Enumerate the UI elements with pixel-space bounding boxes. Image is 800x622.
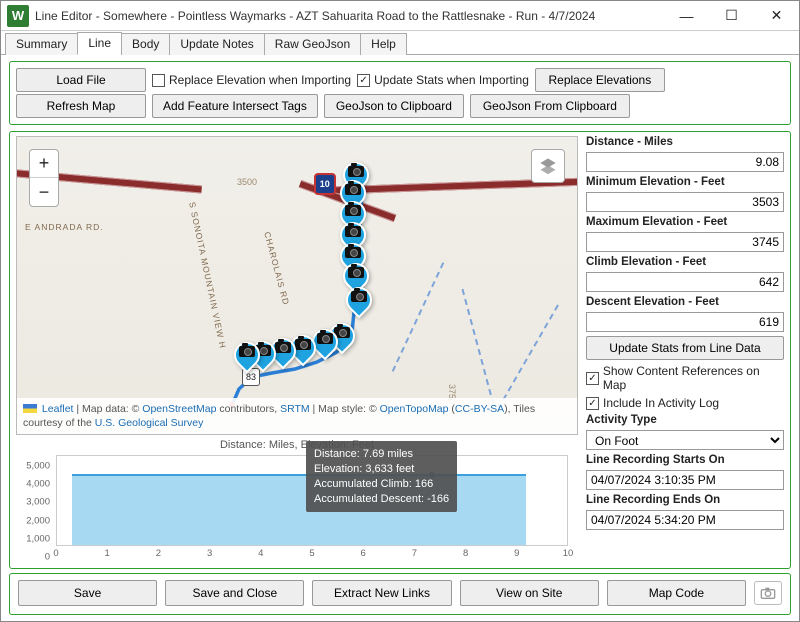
zoom-in-button[interactable]: +	[30, 150, 58, 178]
save-close-button[interactable]: Save and Close	[165, 580, 304, 606]
photo-marker[interactable]	[346, 287, 372, 321]
replace-elevations-button[interactable]: Replace Elevations	[535, 68, 665, 92]
toolbar-frame: Load File Replace Elevation when Importi…	[9, 61, 791, 125]
tab-raw-geojson[interactable]: Raw GeoJson	[264, 33, 361, 55]
interstate-shield: 10	[314, 173, 336, 195]
tab-body[interactable]: Body	[121, 33, 170, 55]
bottom-bar: Save Save and Close Extract New Links Vi…	[9, 573, 791, 615]
minimize-button[interactable]: —	[664, 1, 709, 30]
distance-label: Distance - Miles	[586, 136, 784, 148]
tab-summary[interactable]: Summary	[5, 33, 78, 55]
opentopomap-link[interactable]: OpenTopoMap	[380, 403, 449, 415]
climb-elev-input[interactable]	[586, 272, 784, 292]
max-elev-input[interactable]	[586, 232, 784, 252]
elevation-chart[interactable]: Distance: Miles, Elevation: Feet 01,0002…	[16, 439, 578, 564]
zoom-out-button[interactable]: −	[30, 178, 58, 206]
screenshot-icon[interactable]	[754, 581, 782, 605]
geojson-to-clipboard-button[interactable]: GeoJson to Clipboard	[324, 94, 464, 118]
min-elev-label: Minimum Elevation - Feet	[586, 176, 784, 188]
zoom-control: + −	[29, 149, 59, 207]
refresh-map-button[interactable]: Refresh Map	[16, 94, 146, 118]
tab-update-notes[interactable]: Update Notes	[169, 33, 264, 55]
license-link[interactable]: CC-BY-SA	[455, 403, 504, 415]
starts-on-input[interactable]	[586, 470, 784, 490]
window-title: Line Editor - Somewhere - Pointless Waym…	[35, 9, 664, 23]
layers-button[interactable]	[531, 149, 565, 183]
srtm-link[interactable]: SRTM	[280, 403, 310, 415]
max-elev-label: Maximum Elevation - Feet	[586, 216, 784, 228]
add-feature-tags-button[interactable]: Add Feature Intersect Tags	[152, 94, 318, 118]
app-window: W Line Editor - Somewhere - Pointless Wa…	[0, 0, 800, 622]
starts-on-label: Line Recording Starts On	[586, 454, 784, 466]
include-log-checkbox[interactable]: ✓Include In Activity Log	[586, 396, 784, 410]
extract-links-button[interactable]: Extract New Links	[312, 580, 451, 606]
descent-elev-input[interactable]	[586, 312, 784, 332]
road-label-charolais: CHAROLAIS RD	[262, 231, 291, 307]
update-stats-button[interactable]: Update Stats from Line Data	[586, 336, 784, 360]
maximize-button[interactable]: ☐	[709, 1, 754, 30]
update-stats-on-import-label: Update Stats when Importing	[374, 73, 529, 87]
geojson-from-clipboard-button[interactable]: GeoJson From Clipboard	[470, 94, 630, 118]
close-button[interactable]: ✕	[754, 1, 799, 30]
tab-line[interactable]: Line	[77, 32, 122, 55]
tab-help[interactable]: Help	[360, 33, 407, 55]
chart-title: Distance: Miles, Elevation: Feet	[16, 439, 578, 451]
map-attribution: Leaflet | Map data: © OpenStreetMap cont…	[17, 398, 577, 434]
osm-link[interactable]: OpenStreetMap	[142, 403, 216, 415]
ends-on-input[interactable]	[586, 510, 784, 530]
titlebar: W Line Editor - Somewhere - Pointless Wa…	[1, 1, 799, 31]
activity-type-select[interactable]: On Foot	[586, 430, 784, 450]
tab-strip: SummaryLineBodyUpdate NotesRaw GeoJsonHe…	[1, 31, 799, 55]
distance-input[interactable]	[586, 152, 784, 172]
load-file-button[interactable]: Load File	[16, 68, 146, 92]
flag-icon	[23, 404, 37, 413]
road-label-andrada: E ANDRADA RD.	[25, 222, 104, 232]
show-refs-checkbox[interactable]: ✓Show Content References on Map	[586, 364, 784, 392]
map-code-button[interactable]: Map Code	[607, 580, 746, 606]
map-pane[interactable]: 10 E ANDRADA RD. S SONOITA MOUNTAIN VIEW…	[16, 136, 578, 435]
view-on-site-button[interactable]: View on Site	[460, 580, 599, 606]
min-elev-input[interactable]	[586, 192, 784, 212]
road-label-sonoita: S SONOITA MOUNTAIN VIEW H	[187, 201, 228, 350]
stats-panel: Distance - Miles Minimum Elevation - Fee…	[586, 136, 784, 564]
activity-type-label: Activity Type	[586, 414, 784, 426]
contour-label: 3500	[237, 177, 257, 187]
replace-elev-on-import-checkbox[interactable]: Replace Elevation when Importing	[152, 73, 351, 87]
update-stats-on-import-checkbox[interactable]: ✓ Update Stats when Importing	[357, 73, 529, 87]
usgs-link[interactable]: U.S. Geological Survey	[95, 417, 204, 429]
save-button[interactable]: Save	[18, 580, 157, 606]
replace-elev-on-import-label: Replace Elevation when Importing	[169, 73, 351, 87]
main-frame: 10 E ANDRADA RD. S SONOITA MOUNTAIN VIEW…	[9, 131, 791, 569]
chart-tooltip: Distance: 7.69 miles Elevation: 3,633 fe…	[306, 441, 457, 512]
ends-on-label: Line Recording Ends On	[586, 494, 784, 506]
descent-elev-label: Descent Elevation - Feet	[586, 296, 784, 308]
climb-elev-label: Climb Elevation - Feet	[586, 256, 784, 268]
app-icon: W	[7, 5, 29, 27]
leaflet-link[interactable]: Leaflet	[42, 403, 74, 415]
photo-marker[interactable]	[234, 342, 260, 376]
